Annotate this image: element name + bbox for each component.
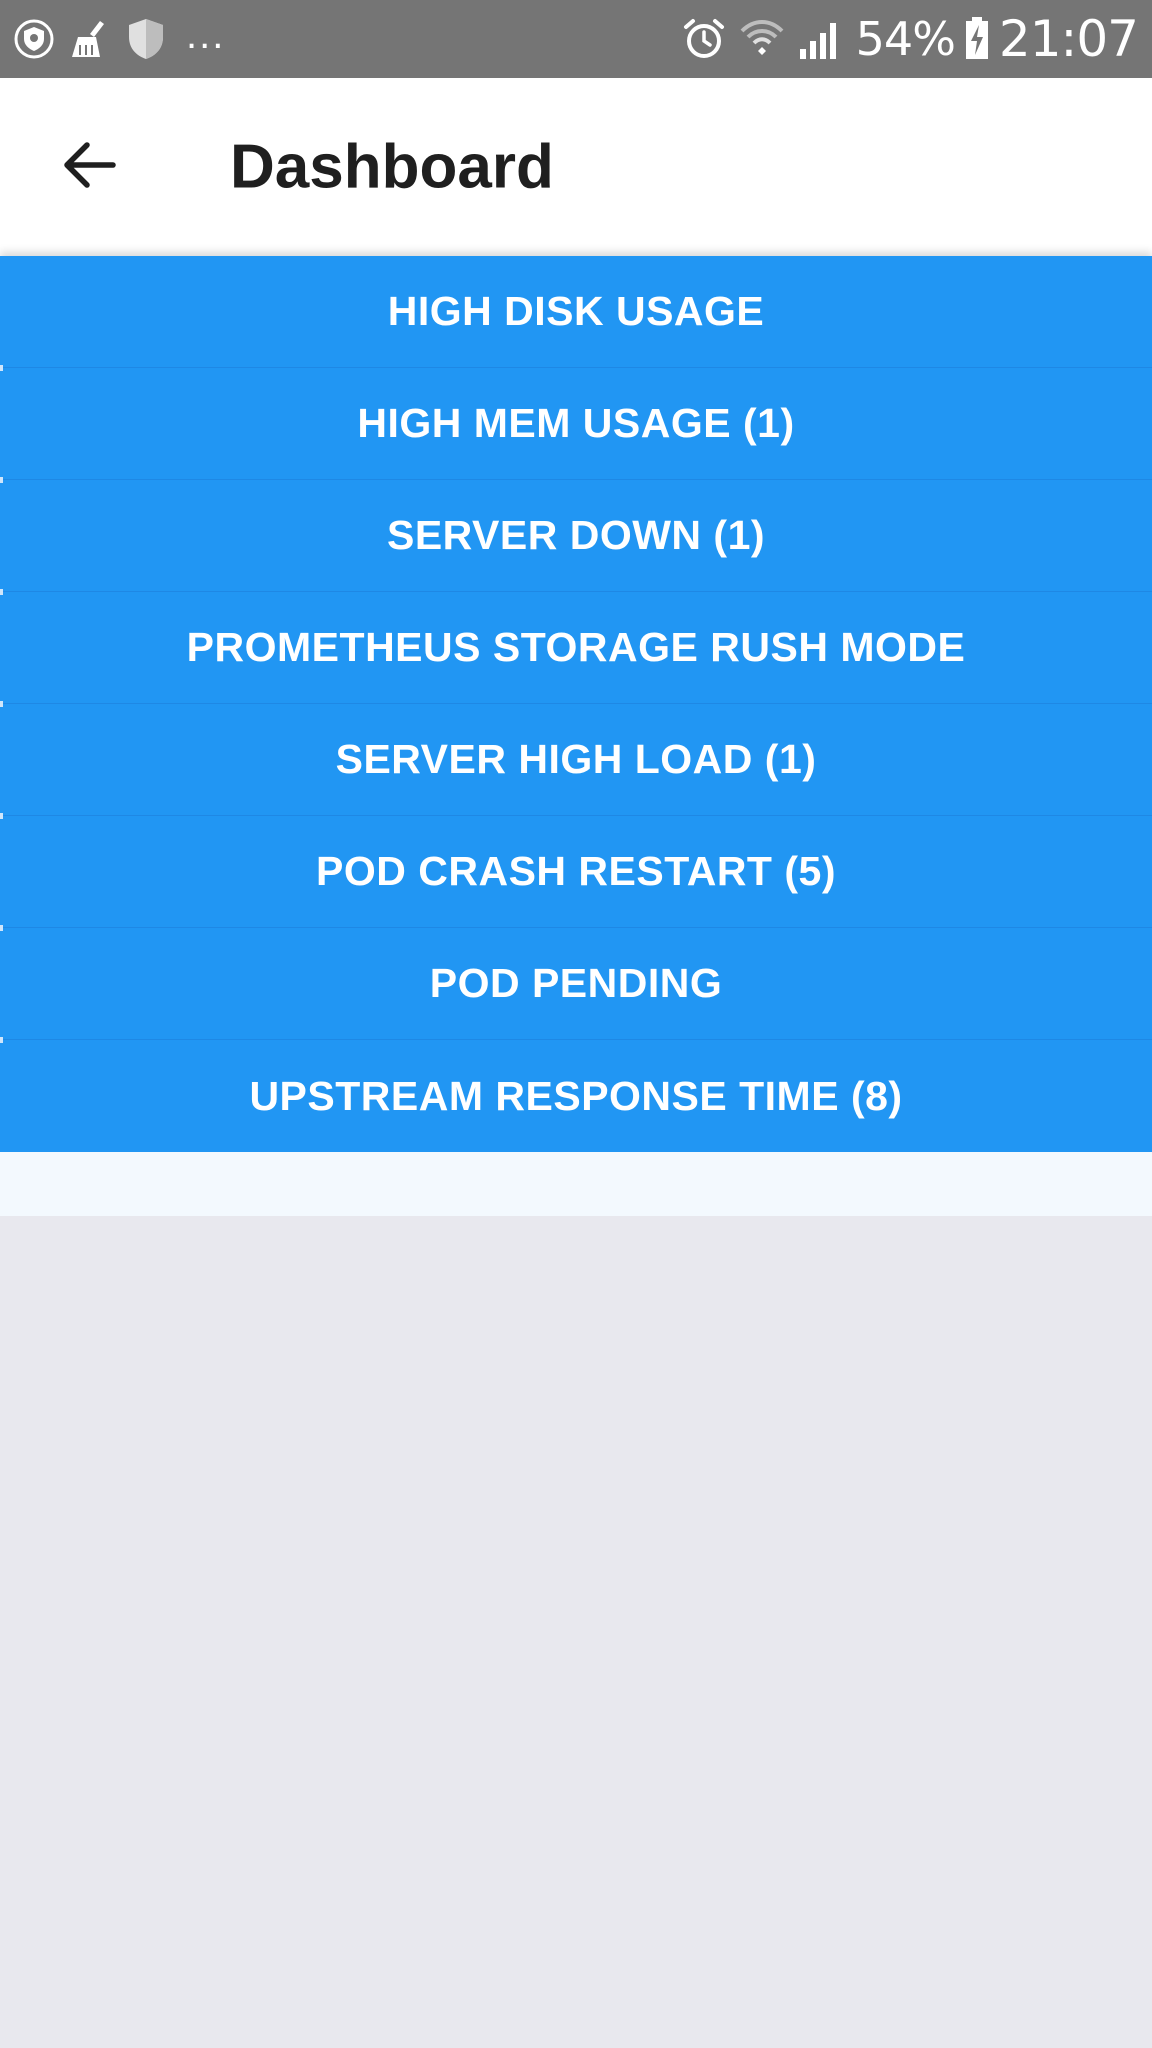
cleaner-broom-icon bbox=[70, 19, 110, 59]
back-button[interactable] bbox=[44, 122, 134, 212]
app-bar: Dashboard bbox=[0, 78, 1152, 256]
vpn-shield-icon bbox=[14, 19, 54, 59]
battery-charging-icon bbox=[963, 17, 991, 61]
alert-button-pod-pending[interactable]: POD PENDING bbox=[0, 925, 1152, 1040]
clock: 21:07 bbox=[998, 10, 1139, 68]
status-right-icons: 54% 21:07 bbox=[668, 10, 1139, 68]
alert-button-server-down[interactable]: SERVER DOWN (1) bbox=[0, 477, 1152, 592]
signal-icon bbox=[798, 17, 842, 61]
alert-button-upstream-response-time[interactable]: UPSTREAM RESPONSE TIME (8) bbox=[0, 1037, 1152, 1152]
status-bar: ... 54% 21:07 bbox=[0, 0, 1152, 78]
page-title: Dashboard bbox=[230, 132, 554, 202]
alert-list: HIGH DISK USAGE HIGH MEM USAGE (1) SERVE… bbox=[0, 256, 1152, 1152]
alert-button-server-high-load[interactable]: SERVER HIGH LOAD (1) bbox=[0, 701, 1152, 816]
alarm-icon bbox=[682, 17, 726, 61]
alert-button-prometheus-storage-rush-mode[interactable]: PROMETHEUS STORAGE RUSH MODE bbox=[0, 589, 1152, 704]
arrow-back-icon bbox=[61, 137, 117, 198]
alert-button-high-disk-usage[interactable]: HIGH DISK USAGE bbox=[0, 256, 1152, 368]
battery-percentage: 54% bbox=[855, 12, 956, 66]
alert-button-high-mem-usage[interactable]: HIGH MEM USAGE (1) bbox=[0, 365, 1152, 480]
more-notifications-indicator: ... bbox=[186, 13, 226, 57]
shield-icon bbox=[126, 19, 166, 59]
status-left-icons: ... bbox=[14, 15, 225, 59]
alert-button-pod-crash-restart[interactable]: POD CRASH RESTART (5) bbox=[0, 813, 1152, 928]
list-footer bbox=[0, 1152, 1152, 1216]
wifi-icon bbox=[740, 17, 784, 61]
